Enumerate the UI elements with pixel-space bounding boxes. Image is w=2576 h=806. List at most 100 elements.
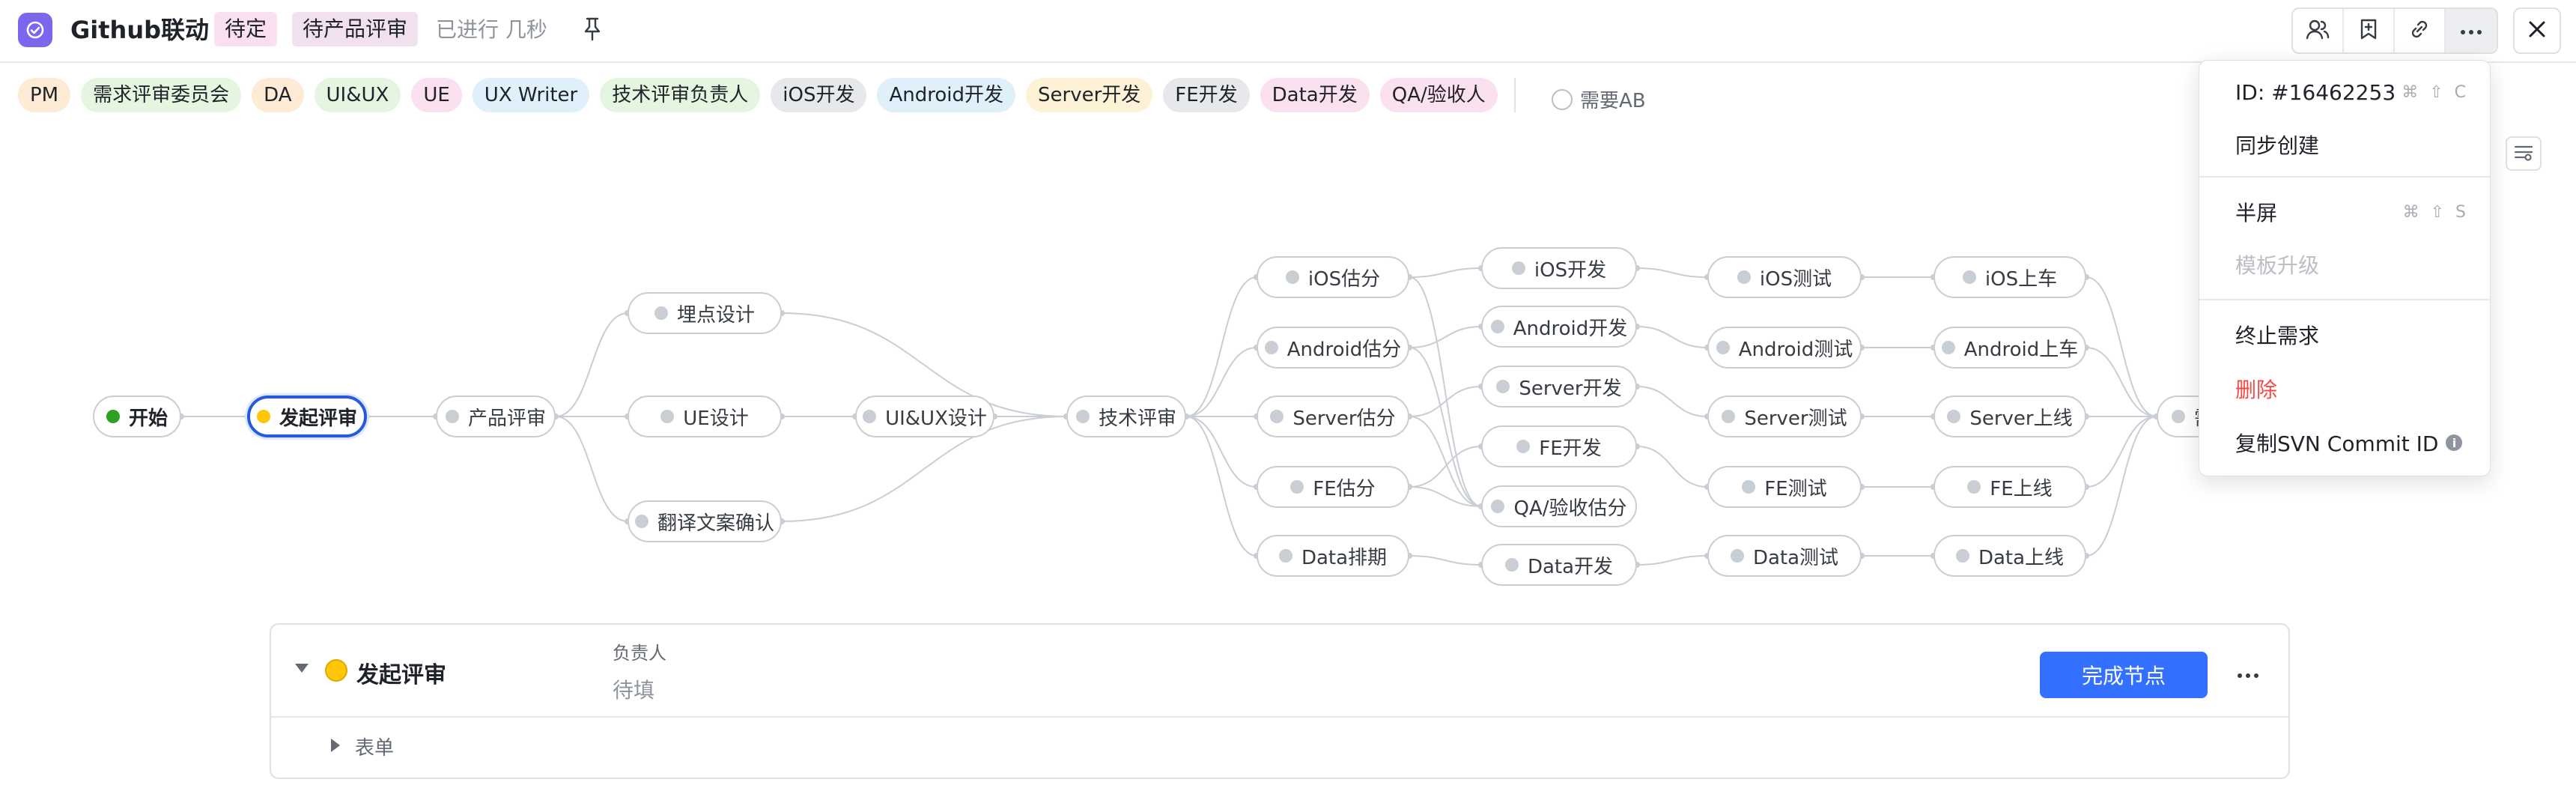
node-status-dot <box>660 410 675 423</box>
node-status-dot <box>106 410 120 423</box>
node-label: Android测试 <box>1738 338 1853 361</box>
flow-node-srv_test[interactable]: Server测试 <box>1707 396 1862 437</box>
node-label: Data排期 <box>1301 546 1388 569</box>
node-status-dot <box>1716 341 1730 354</box>
owner-value[interactable]: 待填 <box>613 674 654 704</box>
flow-node-uiux[interactable]: UI&UX设计 <box>855 396 994 437</box>
flow-node-and_est[interactable]: Android估分 <box>1257 327 1409 369</box>
flow-node-fe_est[interactable]: FE估分 <box>1257 466 1409 508</box>
menu-upgrade-text: 模板升级 <box>2235 253 2320 278</box>
owner-label: 负责人 <box>613 643 666 664</box>
node-label: 开始 <box>128 407 168 430</box>
menu-separator <box>2199 176 2490 178</box>
node-label: UE设计 <box>683 407 749 430</box>
node-label: FE测试 <box>1764 477 1827 500</box>
flow-edge <box>1409 326 1482 348</box>
node-status-dot <box>1075 410 1090 423</box>
flow-edge <box>1185 416 1257 557</box>
flow-edge <box>1185 416 1257 488</box>
flow-node-tech[interactable]: 技术评审 <box>1066 396 1186 437</box>
menu-item-terminate[interactable]: 终止需求 <box>2199 314 2490 356</box>
menu-item-id[interactable]: ID: #16462253 ⌘ ⇧ C <box>2199 71 2490 113</box>
node-label: 翻译文案确认 <box>657 512 774 535</box>
flow-node-data_plan[interactable]: Data排期 <box>1257 535 1409 577</box>
flow-node-ios_dev[interactable]: iOS开发 <box>1481 247 1637 289</box>
flow-node-and_test[interactable]: Android测试 <box>1707 327 1862 369</box>
menu-item-template-upgrade: 模板升级 <box>2199 243 2490 285</box>
flow-edge <box>555 312 628 417</box>
node-status-dot <box>1496 380 1510 393</box>
flow-edge <box>1409 276 1482 507</box>
expand-caret-icon[interactable] <box>331 739 340 752</box>
flow-node-ue[interactable]: UE设计 <box>628 396 782 437</box>
workflow-graph: 开始 发起评审 产品评审 埋点设计 UE设计翻译文案确认 UI&UX设计 技术评审 iOS估分… <box>0 0 2576 599</box>
flow-node-and_dev[interactable]: Android开发 <box>1481 306 1637 348</box>
node-label: Data测试 <box>1752 546 1839 569</box>
flow-node-data_rel[interactable]: Data上线 <box>1933 535 2086 577</box>
flow-node-and_rel[interactable]: Android上车 <box>1933 327 2086 369</box>
flow-node-ios_test[interactable]: iOS测试 <box>1707 256 1862 298</box>
flow-node-ios_rel[interactable]: iOS上车 <box>1933 256 2086 298</box>
menu-item-delete[interactable]: 删除 <box>2199 368 2490 410</box>
node-status-dot <box>1264 341 1278 354</box>
node-status-dot <box>2172 410 2185 423</box>
node-label: Server估分 <box>1292 407 1396 430</box>
flow-node-fe_rel[interactable]: FE上线 <box>1933 466 2086 508</box>
node-label: iOS测试 <box>1759 267 1832 291</box>
node-label: 产品评审 <box>467 407 546 430</box>
node-status-dot <box>1270 410 1284 423</box>
menu-item-half-screen[interactable]: 半屏 ⌘ ⇧ S <box>2199 191 2490 233</box>
menu-separator <box>2199 299 2490 300</box>
more-horizontal-icon <box>2237 667 2259 682</box>
node-label: UI&UX设计 <box>885 407 987 430</box>
panel-more-button[interactable] <box>2230 659 2266 689</box>
flow-node-fe_dev[interactable]: FE开发 <box>1481 425 1637 467</box>
menu-item-sync-create[interactable]: 同步创建 <box>2199 124 2490 166</box>
node-label: iOS估分 <box>1307 267 1381 291</box>
node-status-dot <box>1290 480 1304 494</box>
workflow-edges <box>178 265 2160 568</box>
flow-edge <box>1409 555 1482 566</box>
flow-node-fe_test[interactable]: FE测试 <box>1707 466 1862 508</box>
form-section-label[interactable]: 表单 <box>355 733 394 760</box>
flow-node-track[interactable]: 埋点设计 <box>628 292 782 334</box>
flow-edge <box>1636 446 1708 488</box>
flow-node-srv_est[interactable]: Server估分 <box>1257 396 1409 437</box>
node-label: Data开发 <box>1527 555 1614 578</box>
flow-node-data_dev[interactable]: Data开发 <box>1481 544 1637 586</box>
flow-node-start[interactable]: 开始 <box>93 396 181 437</box>
flow-edge <box>1185 276 1257 417</box>
node-label: QA/验收估分 <box>1513 497 1627 520</box>
node-label: Android估分 <box>1287 338 1402 361</box>
flow-node-srv_rel[interactable]: Server上线 <box>1933 396 2086 437</box>
collapse-caret-icon[interactable] <box>295 664 309 673</box>
flow-node-trans[interactable]: 翻译文案确认 <box>628 500 782 542</box>
flow-node-launch[interactable]: 发起评审 <box>247 396 367 437</box>
node-label: 埋点设计 <box>676 303 755 327</box>
node-label: iOS上车 <box>1984 267 2058 291</box>
node-label: Server开发 <box>1519 377 1622 400</box>
flow-node-prd[interactable]: 产品评审 <box>436 396 556 437</box>
info-icon: i <box>2446 434 2463 451</box>
menu-delete-text: 删除 <box>2235 378 2278 402</box>
node-label: iOS开发 <box>1534 258 1607 282</box>
node-status-dot <box>1516 440 1531 453</box>
flow-node-ios_est[interactable]: iOS估分 <box>1257 256 1409 298</box>
node-status-dot <box>1730 549 1744 563</box>
node-label: Server测试 <box>1744 407 1847 430</box>
menu-half-text: 半屏 <box>2235 201 2278 225</box>
menu-terminate-text: 终止需求 <box>2235 324 2320 348</box>
node-status-dot <box>1962 270 1976 284</box>
node-status-dot <box>1490 320 1504 333</box>
menu-item-copy-svn[interactable]: 复制SVN Commit ID i <box>2199 422 2490 464</box>
node-status-dot <box>325 659 347 682</box>
flow-edge <box>1185 347 1257 417</box>
node-status-dot <box>863 410 877 423</box>
flow-node-data_test[interactable]: Data测试 <box>1707 535 1862 577</box>
panel-header: 发起评审 负责人 待填 完成节点 <box>271 625 2288 718</box>
flow-node-qa_est[interactable]: QA/验收估分 <box>1481 485 1637 527</box>
flow-node-srv_dev[interactable]: Server开发 <box>1481 366 1637 407</box>
node-label: FE估分 <box>1313 477 1376 500</box>
menu-id-shortcut: ⌘ ⇧ C <box>2402 82 2469 102</box>
complete-node-button[interactable]: 完成节点 <box>2040 652 2208 698</box>
